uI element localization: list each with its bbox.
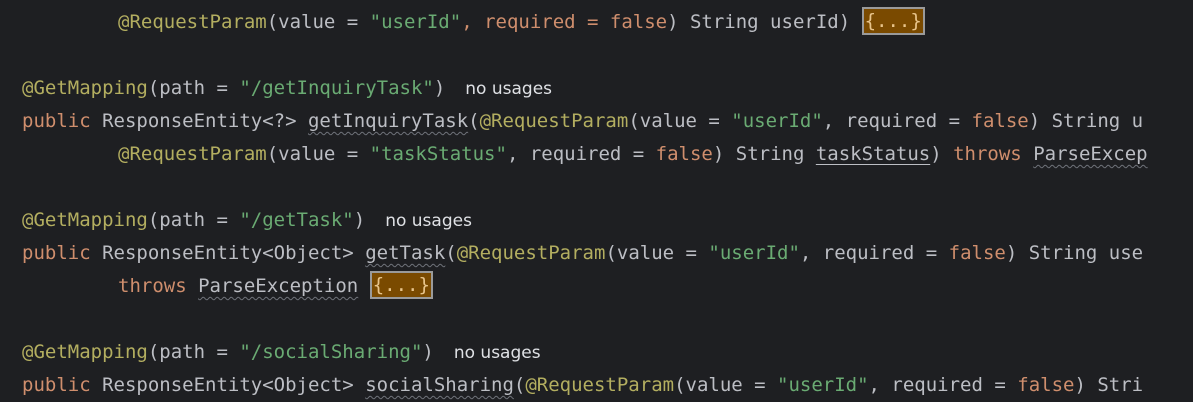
code-line: @GetMapping(path = "/getInquiryTask") no … xyxy=(22,77,553,99)
string-literal: "/socialSharing" xyxy=(239,341,423,363)
keyword: throws xyxy=(118,275,187,297)
exception-type[interactable]: ParseExcep xyxy=(1033,143,1147,165)
folded-code-block[interactable]: {...} xyxy=(369,270,433,299)
keyword: false xyxy=(655,143,713,165)
annotation: @GetMapping xyxy=(22,209,148,231)
keyword: false xyxy=(971,110,1029,132)
annotation: @RequestParam xyxy=(525,374,675,396)
keyword: public xyxy=(22,110,91,132)
annotation: @GetMapping xyxy=(22,77,148,99)
code-line: @GetMapping(path = "/socialSharing") no u… xyxy=(22,341,541,363)
string-literal: "userId" xyxy=(777,374,869,396)
code-editor[interactable]: @RequestParam(value = "userId", required… xyxy=(0,0,1193,402)
code-line: public ResponseEntity<Object> getTask(@R… xyxy=(22,242,1144,264)
code-line: @RequestParam(value = "taskStatus", requ… xyxy=(118,143,1148,165)
folded-code-block[interactable]: {...} xyxy=(861,6,925,35)
code-line: @GetMapping(path = "/getTask") no usages xyxy=(22,209,472,231)
exception-type[interactable]: ParseException xyxy=(198,275,358,297)
parameter-name[interactable]: taskStatus xyxy=(816,143,930,165)
annotation: @RequestParam xyxy=(118,143,267,165)
keyword: false xyxy=(1017,374,1075,396)
code-line: throws ParseException {...} xyxy=(118,270,433,303)
keyword: false xyxy=(609,11,668,33)
annotation: @RequestParam xyxy=(456,242,606,264)
string-literal: "/getTask" xyxy=(239,209,354,231)
string-literal: "taskStatus" xyxy=(369,143,507,165)
keyword: throws xyxy=(953,143,1022,165)
keyword: public xyxy=(22,242,91,264)
string-literal: "userId" xyxy=(708,242,800,264)
method-name[interactable]: getInquiryTask xyxy=(308,110,468,132)
keyword: false xyxy=(948,242,1006,264)
code-line: public ResponseEntity<?> getInquiryTask(… xyxy=(22,110,1144,132)
string-literal: "/getInquiryTask" xyxy=(239,77,434,99)
method-name[interactable]: getTask xyxy=(365,242,445,264)
method-name[interactable]: socialSharing xyxy=(365,374,514,396)
annotation: @RequestParam xyxy=(118,11,267,33)
usages-inlay-hint[interactable]: no usages xyxy=(385,211,472,231)
annotation: @GetMapping xyxy=(22,341,148,363)
string-literal: "userId" xyxy=(369,11,462,33)
usages-inlay-hint[interactable]: no usages xyxy=(465,79,552,99)
code-line: @RequestParam(value = "userId", required… xyxy=(118,6,925,39)
code-line: public ResponseEntity<Object> socialShar… xyxy=(22,374,1144,396)
string-literal: "userId" xyxy=(731,110,823,132)
keyword: public xyxy=(22,374,91,396)
usages-inlay-hint[interactable]: no usages xyxy=(454,343,541,363)
annotation: @RequestParam xyxy=(479,110,629,132)
